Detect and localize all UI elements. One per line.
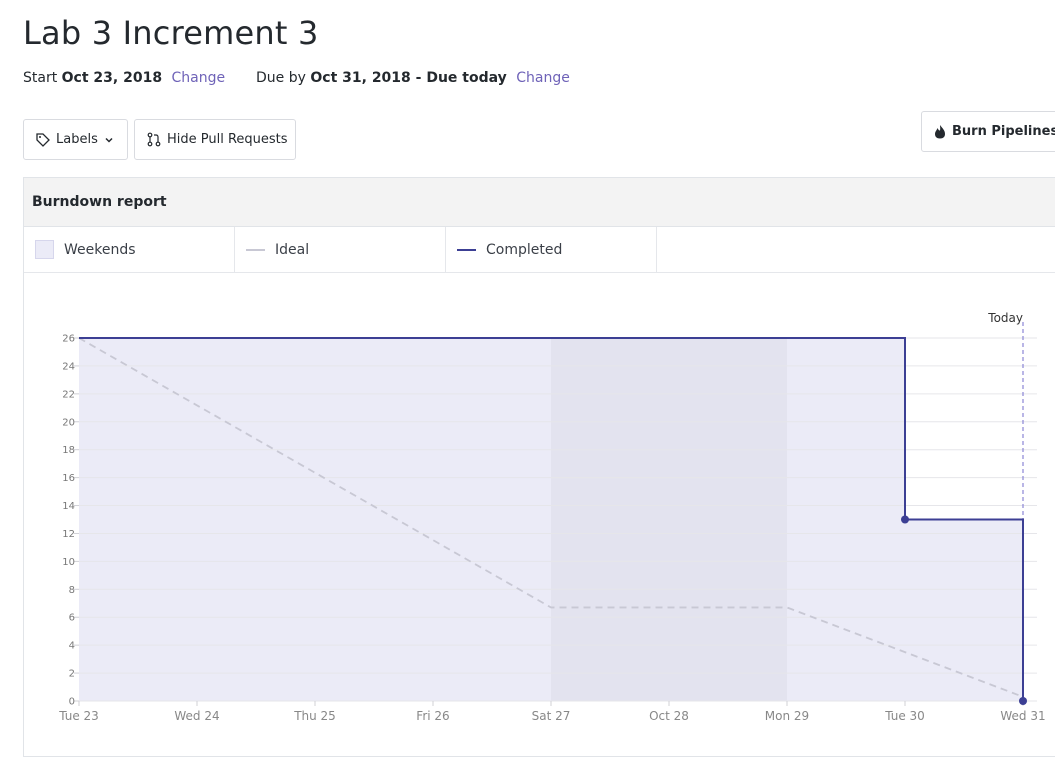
y-tick-label: 20	[62, 417, 75, 428]
y-tick-label: 6	[69, 613, 75, 624]
y-tick-label: 16	[62, 473, 75, 484]
y-tick-label: 24	[62, 361, 75, 372]
x-tick-label: Tue 30	[884, 709, 925, 723]
y-tick-label: 22	[62, 389, 75, 400]
completed-marker	[901, 515, 909, 524]
y-tick-label: 18	[62, 445, 75, 456]
y-tick-label: 2	[69, 669, 75, 680]
x-tick-label: Sat 27	[532, 709, 571, 723]
y-tick-label: 26	[62, 334, 75, 345]
x-tick-label: Mon 29	[765, 709, 809, 723]
x-tick-label: Wed 24	[174, 709, 219, 723]
x-tick-label: Wed 31	[1000, 709, 1045, 723]
x-tick-label: Oct 28	[649, 709, 689, 723]
completed-marker	[1019, 697, 1027, 705]
burndown-chart: 02468101214161820222426Tue 23 Wed 24 Thu 2…	[58, 311, 1045, 723]
y-tick-label: 8	[69, 585, 75, 596]
x-tick-label: Tue 23	[58, 709, 99, 723]
y-tick-label: 10	[62, 557, 75, 568]
x-tick-label: Fri 26	[416, 709, 449, 723]
weekend-band	[551, 338, 787, 701]
y-tick-label: 0	[69, 697, 75, 708]
x-tick-label: Thu 25	[293, 709, 336, 723]
y-tick-label: 4	[69, 641, 75, 652]
today-label: Today	[987, 311, 1023, 325]
y-tick-label: 12	[62, 529, 75, 540]
y-tick-label: 14	[62, 501, 75, 512]
